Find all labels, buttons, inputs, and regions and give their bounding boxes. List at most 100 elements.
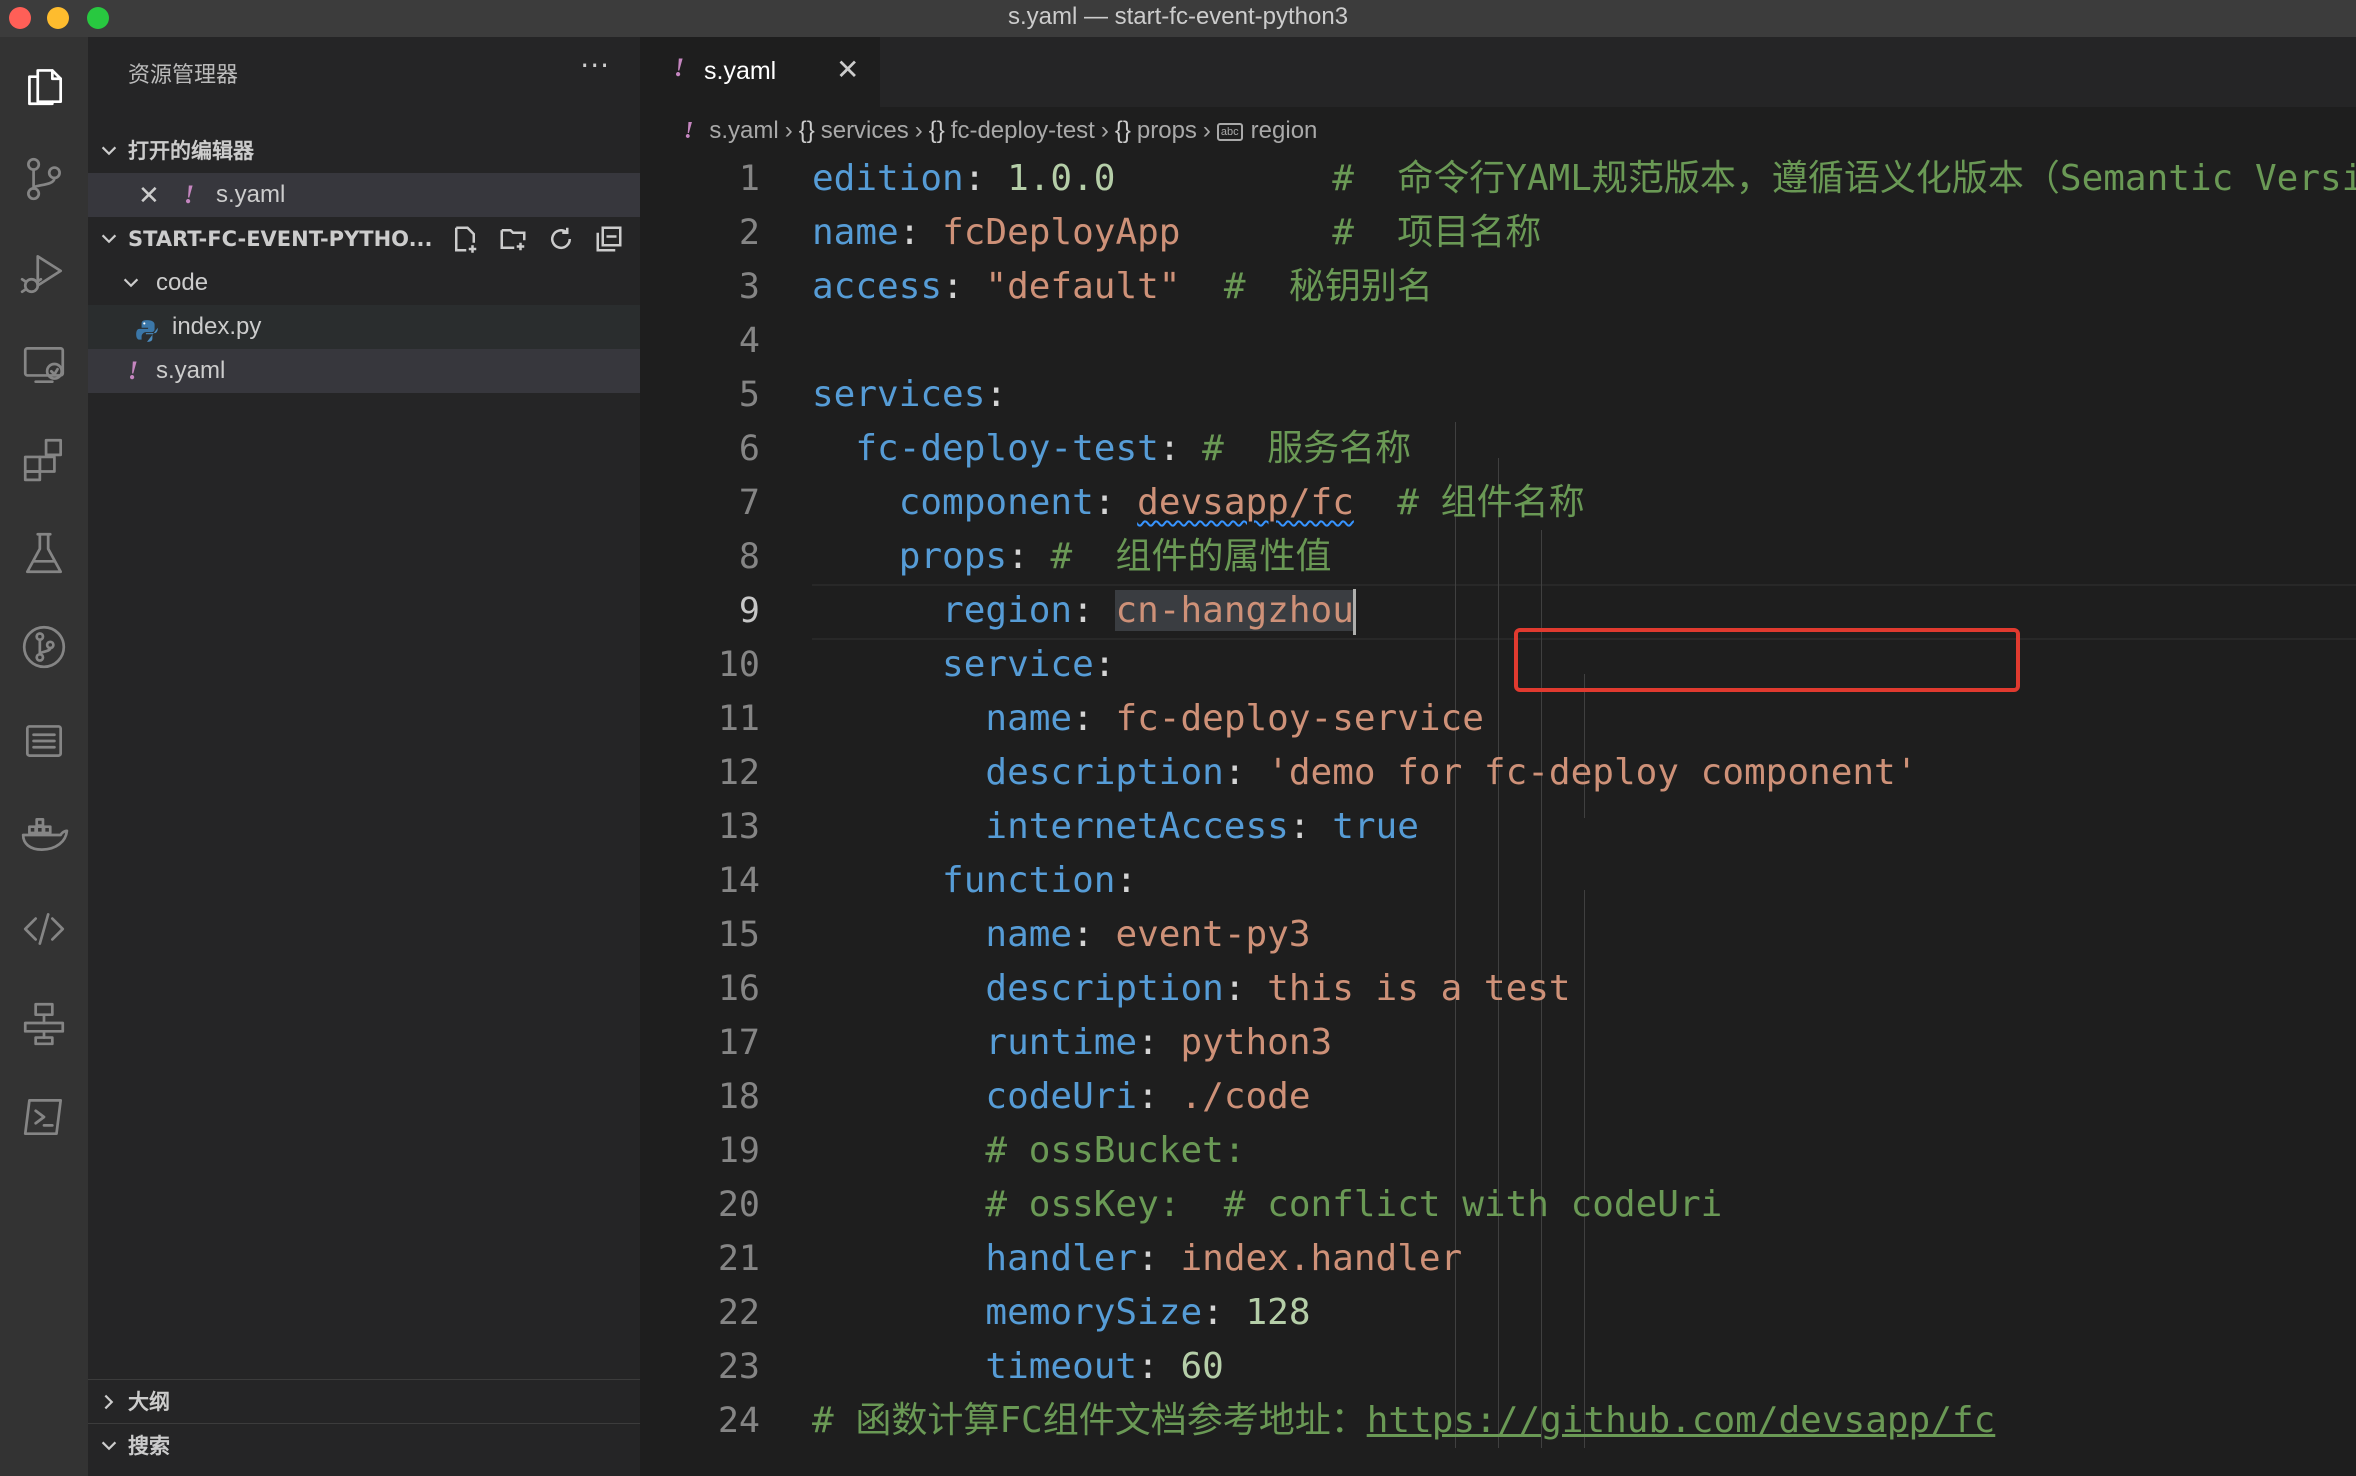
file-index-py[interactable]: index.py [88, 305, 640, 349]
testing-icon[interactable] [0, 509, 88, 597]
code-line[interactable]: 17 runtime: python3 [640, 1016, 2356, 1070]
chevron-right-icon [98, 1380, 122, 1424]
breadcrumb-fc-deploy-test[interactable]: fc-deploy-test [951, 117, 1095, 144]
section-label: 打开的编辑器 [128, 139, 254, 163]
docker-icon[interactable] [0, 791, 88, 879]
refresh-icon[interactable] [544, 222, 578, 256]
extensions-icon[interactable] [0, 415, 88, 503]
close-icon[interactable]: ✕ [836, 53, 859, 86]
code-line[interactable]: 18 codeUri: ./code [640, 1070, 2356, 1124]
explorer-icon[interactable] [0, 41, 88, 129]
code-line[interactable]: 20 # ossKey: # conflict with codeUri [640, 1178, 2356, 1232]
code-text: region: cn-hangzhou [812, 584, 1356, 638]
code-line[interactable]: 22 memorySize: 128 [640, 1286, 2356, 1340]
line-number: 1 [738, 159, 760, 199]
code-token: : [1137, 1346, 1181, 1387]
code-line[interactable]: 4 [640, 314, 2356, 368]
code-text: # ossKey: # conflict with codeUri [812, 1178, 1722, 1232]
more-actions-button[interactable]: ··· [580, 49, 610, 82]
code-text: edition: 1.0.0 # 命令行YAML规范版本，遵循语义化版本（Sem… [812, 152, 2356, 206]
yaml-file-icon: ! [128, 356, 139, 385]
code-token: "default" [985, 266, 1181, 307]
new-folder-icon[interactable] [496, 222, 530, 256]
code-line[interactable]: 3 access: "default" # 秘钥别名 [640, 260, 2356, 314]
code-token: : [1007, 536, 1051, 577]
source-control-icon[interactable] [0, 135, 88, 223]
code-line[interactable]: 16 description: this is a test [640, 962, 2356, 1016]
line-number: 22 [717, 1293, 760, 1333]
open-editor-item[interactable]: ✕ ! s.yaml [88, 173, 640, 217]
code-line[interactable]: 6 fc-deploy-test: # 服务名称 [640, 422, 2356, 476]
code-line[interactable]: 23 timeout: 60 [640, 1340, 2356, 1394]
outline-section[interactable]: 大纲 [88, 1379, 640, 1424]
close-icon[interactable]: ✕ [138, 173, 160, 217]
line-number: 19 [717, 1131, 760, 1171]
code-text: codeUri: ./code [812, 1070, 1310, 1124]
breadcrumb-services[interactable]: services [821, 117, 909, 144]
search-section[interactable]: 搜索 [88, 1423, 640, 1468]
code-token: name [985, 698, 1073, 739]
file-s-yaml[interactable]: ! s.yaml [88, 349, 640, 393]
tab-s-yaml[interactable]: ! s.yaml ✕ [640, 37, 880, 107]
code-token: runtime [985, 1022, 1138, 1063]
breadcrumb-props[interactable]: props [1137, 117, 1197, 144]
line-number: 16 [717, 969, 760, 1009]
code-line[interactable]: 9 region: cn-hangzhou [640, 584, 2356, 638]
code-line[interactable]: 15 name: event-py3 [640, 908, 2356, 962]
terminal-icon[interactable] [0, 1073, 88, 1161]
code-line[interactable]: 5 services: [640, 368, 2356, 422]
code-line[interactable]: 21 handler: index.handler [640, 1232, 2356, 1286]
collapse-all-icon[interactable] [592, 222, 626, 256]
outline-list-icon[interactable] [0, 697, 88, 785]
new-file-icon[interactable] [448, 222, 482, 256]
code-token: function [942, 860, 1116, 901]
code-line[interactable]: 2 name: fcDeployApp # 项目名称 [640, 206, 2356, 260]
section-label: 搜索 [128, 1434, 170, 1458]
line-number: 3 [738, 267, 760, 307]
code-line[interactable]: 8 props: # 组件的属性值 [640, 530, 2356, 584]
code-line[interactable]: 7 component: devsapp/fc # 组件名称 [640, 476, 2356, 530]
tab-label: s.yaml [704, 57, 777, 85]
code-token: index.handler [1180, 1238, 1463, 1279]
code-editor[interactable]: 1 edition: 1.0.0 # 命令行YAML规范版本，遵循语义化版本（Se… [640, 152, 2356, 1476]
code-line[interactable]: 11 name: fc-deploy-service [640, 692, 2356, 746]
python-file-icon [134, 315, 160, 342]
run-debug-icon[interactable] [0, 229, 88, 317]
code-line[interactable]: 24 # 函数计算FC组件文档参考地址：https://github.com/de… [640, 1394, 2356, 1448]
line-number: 8 [738, 537, 760, 577]
code-line[interactable]: 10 service: [640, 638, 2356, 692]
folder-code[interactable]: code [88, 261, 640, 305]
breadcrumb-file[interactable]: s.yaml [709, 117, 778, 144]
api-icon[interactable] [0, 885, 88, 973]
code-token: 'demo for fc-deploy component' [1267, 752, 1918, 793]
code-line[interactable]: 14 function: [640, 854, 2356, 908]
code-token: python3 [1180, 1022, 1333, 1063]
line-number: 21 [717, 1239, 760, 1279]
code-text: # 函数计算FC组件文档参考地址：https://github.com/devs… [812, 1394, 1995, 1448]
code-line[interactable]: 1 edition: 1.0.0 # 命令行YAML规范版本，遵循语义化版本（Se… [640, 152, 2356, 206]
yaml-file-icon: ! [684, 118, 694, 144]
code-token: : [942, 266, 986, 307]
remote-explorer-icon[interactable] [0, 321, 88, 409]
code-token: 1.0.0 [1007, 158, 1116, 199]
open-editors-section[interactable]: 打开的编辑器 [88, 129, 640, 173]
line-number: 11 [717, 699, 760, 739]
line-number: 6 [738, 429, 760, 469]
line-number: 5 [738, 375, 760, 415]
code-line[interactable]: 19 # ossBucket: [640, 1124, 2356, 1178]
code-line[interactable]: 12 description: 'demo for fc-deploy comp… [640, 746, 2356, 800]
gitlens-icon[interactable] [0, 603, 88, 691]
workflow-icon[interactable] [0, 979, 88, 1067]
code-token: internetAccess [985, 806, 1289, 847]
breadcrumb-region[interactable]: region [1251, 117, 1318, 144]
code-line[interactable]: 13 internetAccess: true [640, 800, 2356, 854]
project-section[interactable]: START-FC-EVENT-PYTHO... [88, 217, 640, 261]
line-number: 23 [717, 1347, 760, 1387]
code-token: memorySize [985, 1292, 1203, 1333]
